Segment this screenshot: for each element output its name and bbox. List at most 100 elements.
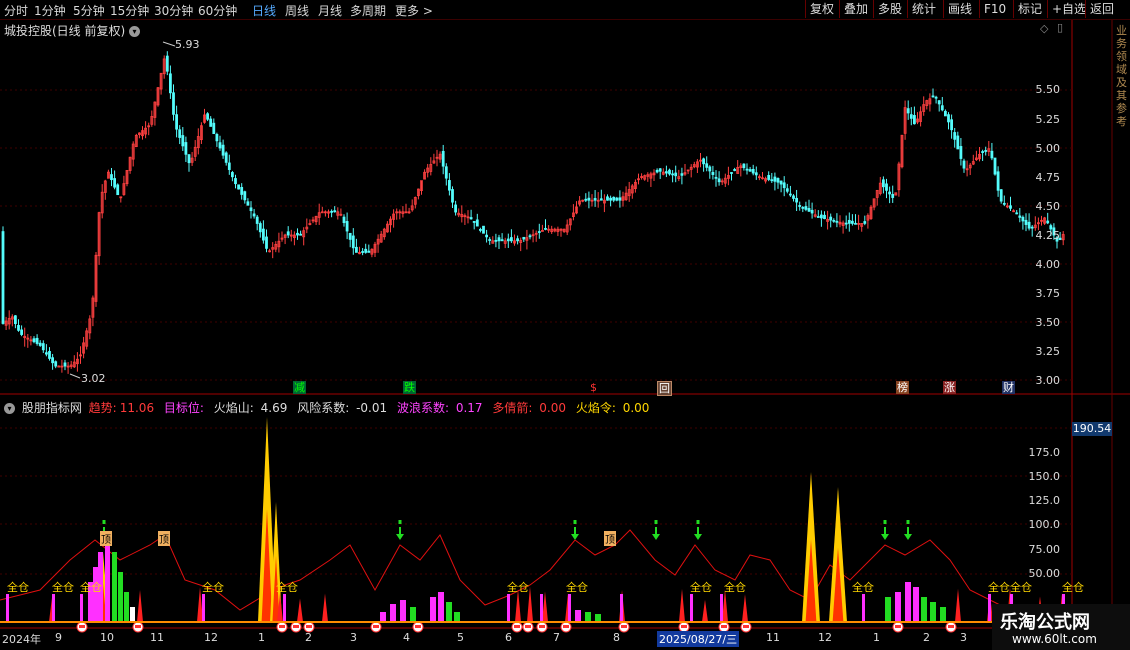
candle-body [751, 169, 755, 174]
candle-body [38, 342, 42, 346]
event-marker-cai[interactable]: 财 [1002, 381, 1015, 394]
candle-body [243, 191, 247, 201]
candle-body [792, 195, 795, 199]
signal-arrow-dot [883, 520, 887, 524]
panel-toggle-icon[interactable]: ▯ [1057, 21, 1063, 34]
date-tick: 2024年 [2, 633, 41, 646]
candle-body [497, 237, 501, 242]
candle-body [789, 193, 792, 196]
date-tick: 9 [55, 631, 62, 644]
y-tick: 5.00 [1035, 142, 1061, 155]
candle-body [454, 204, 458, 213]
y-tick: 125.0 [1028, 494, 1061, 507]
candle-body [658, 168, 662, 172]
candle-body [599, 198, 603, 201]
candle-body [937, 100, 941, 105]
candle-body [485, 234, 489, 238]
date-tick: 2 [305, 631, 312, 644]
candle-body [246, 201, 250, 206]
candle-body [990, 150, 994, 159]
candle-body [265, 236, 268, 249]
wave-bar [988, 594, 991, 622]
candle-body [249, 207, 253, 212]
bottom-signal-mark [743, 625, 749, 628]
date-tick: 1 [873, 631, 880, 644]
signal-arrow-dot [573, 520, 577, 524]
high-price-label: 5.93 [175, 38, 200, 51]
candle-body [13, 315, 17, 324]
candle-body [1009, 205, 1012, 209]
candle-body [804, 206, 808, 210]
candle-body [20, 329, 24, 335]
full-position-label: 全仓 [80, 581, 102, 594]
wave-bar [895, 592, 901, 622]
candle-body [330, 210, 334, 213]
candle-body [364, 248, 368, 253]
candle-body [544, 228, 547, 230]
candle-body [953, 132, 957, 140]
y-tick: 3.75 [1035, 287, 1061, 300]
wave-bar [540, 594, 543, 622]
event-marker-dollar[interactable]: $ [587, 381, 600, 394]
candle-body [48, 351, 51, 359]
wave-bar [400, 600, 406, 622]
candle-body [1027, 221, 1031, 229]
y-tick: 4.00 [1035, 258, 1061, 271]
ind-arrow: 多倩箭: 0.00 [492, 401, 566, 415]
chart-canvas[interactable] [0, 0, 1130, 650]
candle-body [717, 178, 721, 183]
wave-bar [507, 594, 510, 622]
candle-body [931, 95, 935, 98]
event-marker-bang[interactable]: 榜 [896, 381, 909, 394]
wave-bar [921, 597, 927, 622]
wave-bar [410, 607, 416, 622]
wave-bar [913, 587, 919, 622]
candle-body [528, 235, 532, 238]
candle-body [913, 115, 916, 125]
candle-body [1015, 212, 1019, 215]
bottom-signal-mark [293, 625, 299, 628]
candle-body [41, 343, 45, 351]
diamond-icon[interactable]: ◇ [1040, 22, 1048, 35]
wave-bar [720, 594, 723, 622]
wave-bar [940, 607, 946, 622]
candle-body [984, 150, 988, 152]
candle-body [795, 197, 798, 203]
price-candles [1, 51, 1065, 374]
signal-arrow-dot [654, 520, 658, 524]
event-marker-jian[interactable]: 减 [293, 381, 306, 394]
full-position-label: 全仓 [202, 581, 224, 594]
candle-body [184, 142, 188, 155]
bottom-signal-mark [415, 625, 421, 628]
side-info-text: 业务领域及其参考 [1116, 24, 1127, 128]
candle-body [237, 184, 241, 190]
candle-body [996, 171, 1000, 191]
event-marker-die[interactable]: 跌 [403, 381, 416, 394]
wave-bar [80, 594, 83, 622]
candle-body [187, 154, 191, 164]
candle-body [230, 172, 234, 178]
current-value-badge: 190.54 [1072, 422, 1112, 436]
candle-body [993, 157, 997, 175]
wave-bar [6, 594, 9, 622]
candle-body [956, 135, 960, 150]
top-signal-label: 顶 [100, 531, 112, 546]
indicator-menu-icon[interactable]: ▾ [4, 403, 15, 414]
wave-bar [52, 594, 55, 622]
event-marker-zhang[interactable]: 涨 [943, 381, 956, 394]
candle-body [361, 251, 365, 253]
wave-bar [620, 594, 623, 622]
candle-body [168, 73, 172, 94]
y-tick: 175.0 [1028, 446, 1061, 459]
wave-bar [446, 602, 452, 622]
candle-body [733, 169, 736, 171]
panel-menu-icon[interactable]: ▾ [129, 26, 141, 37]
date-tick: 3 [960, 631, 967, 644]
date-tick: 12 [204, 631, 218, 644]
price-panel-title: 城投控股(日线 前复权) ▾ [4, 22, 141, 39]
candle-body [178, 129, 182, 138]
event-marker-hui[interactable]: 回 [657, 381, 672, 396]
candle-body [1024, 219, 1028, 225]
bottom-signal-mark [621, 625, 627, 628]
candle-body [1002, 202, 1006, 205]
